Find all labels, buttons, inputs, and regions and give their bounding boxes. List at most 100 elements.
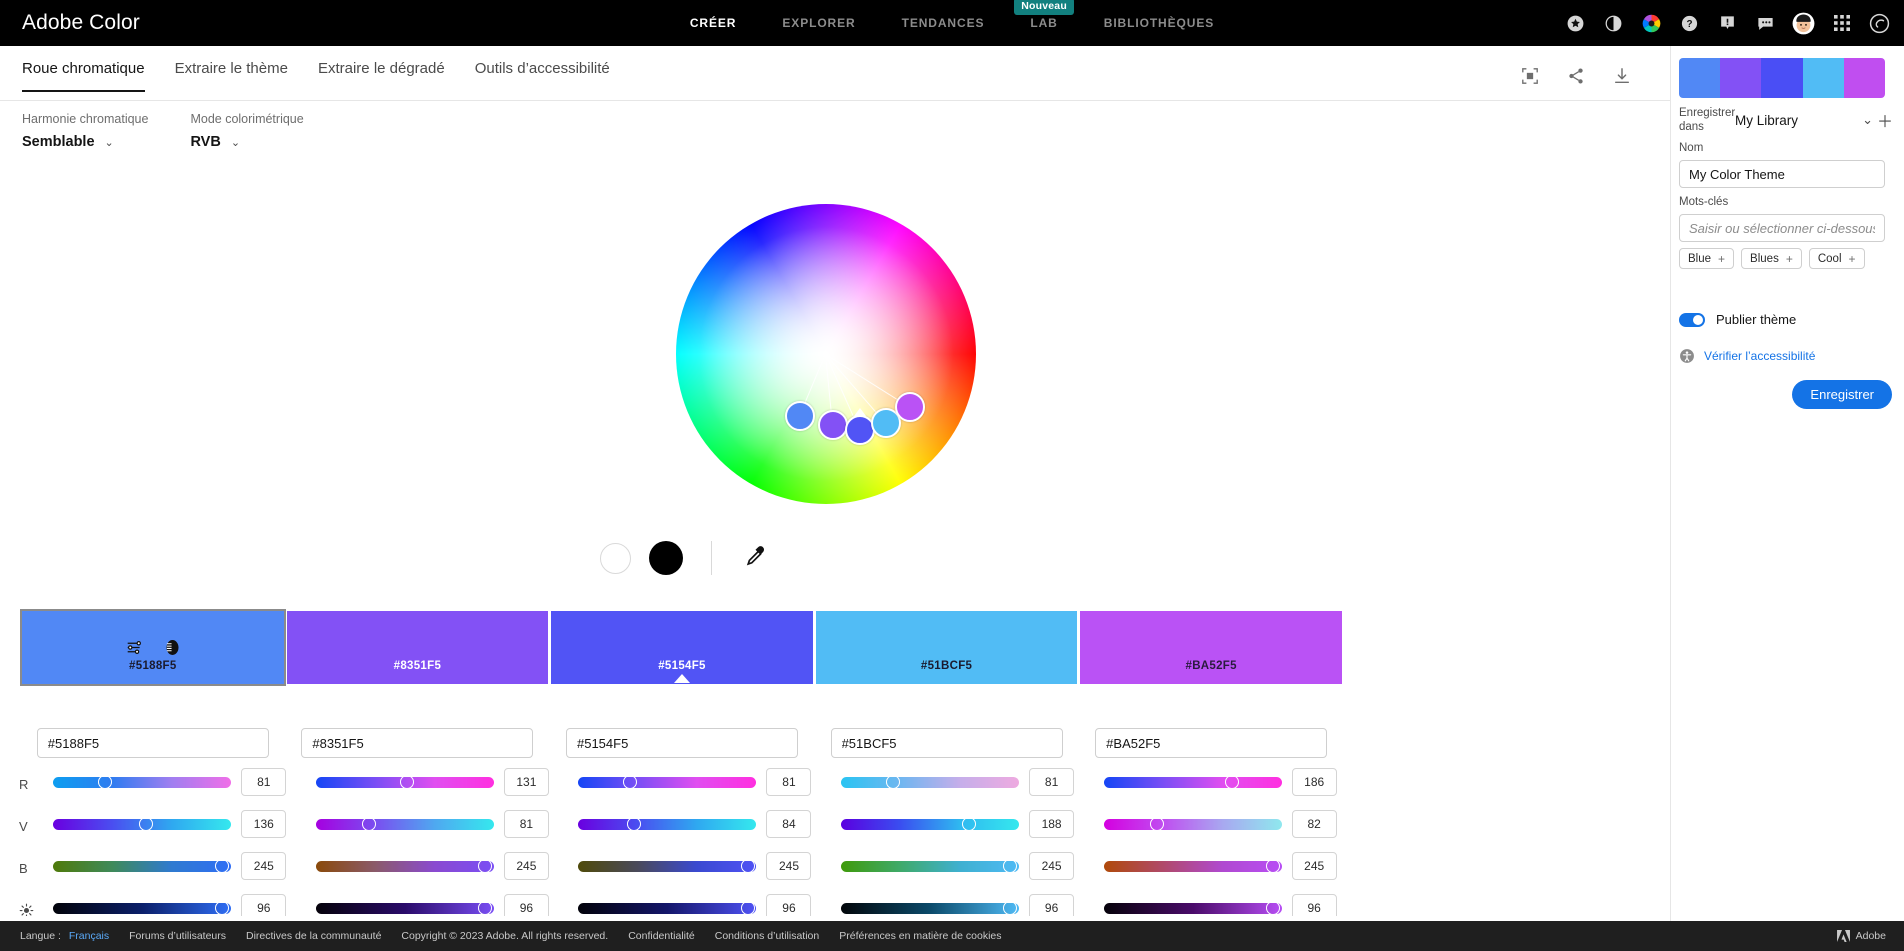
footer-link-3[interactable]: Confidentialité — [628, 930, 695, 942]
sliders-icon[interactable] — [126, 639, 143, 661]
color-swatch-1[interactable]: #8351F5 — [286, 611, 549, 684]
download-icon[interactable] — [1612, 66, 1632, 86]
slider-knob-R-1[interactable] — [399, 775, 414, 789]
tab-3[interactable]: Outils d’accessibilité — [475, 60, 610, 92]
plus-icon[interactable]: + — [1718, 252, 1725, 266]
chevron-down-icon[interactable]: ⌄ — [105, 136, 114, 149]
tab-2[interactable]: Extraire le dégradé — [318, 60, 445, 92]
slider-value-V-4[interactable]: 82 — [1291, 810, 1337, 838]
slider-knob-V-0[interactable] — [138, 817, 153, 831]
contrast-icon[interactable] — [165, 639, 180, 661]
slider-knob-B-2[interactable] — [740, 859, 755, 873]
help-icon[interactable]: ? — [1677, 11, 1702, 36]
footer-link-0[interactable]: Forums d’utilisateurs — [129, 930, 226, 942]
nav-item-crer[interactable]: CRÉER — [690, 16, 737, 30]
slider-track-V-3[interactable] — [841, 817, 1020, 831]
slider-value-V-2[interactable]: 84 — [766, 810, 812, 838]
control-select-1[interactable]: RVB ⌄ — [190, 134, 303, 150]
slider-track-brightness-icon-0[interactable] — [53, 901, 232, 915]
keyword-tag-0[interactable]: Blue + — [1679, 248, 1735, 269]
hex-input-1[interactable] — [301, 728, 534, 758]
color-swatch-3[interactable]: #51BCF5 — [815, 611, 1078, 684]
slider-track-R-0[interactable] — [53, 775, 232, 789]
keywords-input[interactable] — [1679, 214, 1885, 242]
hex-input-3[interactable] — [830, 728, 1063, 758]
footer-link-1[interactable]: Directives de la communauté — [246, 930, 381, 942]
app-grid-icon[interactable] — [1829, 11, 1854, 36]
slider-track-brightness-icon-4[interactable] — [1103, 901, 1282, 915]
hex-input-0[interactable] — [36, 728, 269, 758]
slider-knob-B-4[interactable] — [1265, 859, 1280, 873]
tab-0[interactable]: Roue chromatique — [22, 60, 145, 92]
slider-track-V-2[interactable] — [578, 817, 757, 831]
slider-value-R-2[interactable]: 81 — [766, 768, 812, 796]
plus-icon[interactable]: + — [1786, 252, 1793, 266]
slider-track-B-3[interactable] — [841, 859, 1020, 873]
chevron-down-icon[interactable]: ⌄ — [1862, 112, 1873, 128]
slider-value-brightness-icon-1[interactable]: 96 — [503, 894, 549, 916]
fullscreen-icon[interactable] — [1520, 66, 1540, 86]
keyword-tag-1[interactable]: Blues + — [1741, 248, 1802, 269]
avatar[interactable] — [1791, 11, 1816, 36]
tab-1[interactable]: Extraire le thème — [175, 60, 288, 92]
wheel-handle-1[interactable] — [818, 410, 848, 440]
star-badge-icon[interactable] — [1563, 11, 1588, 36]
wheel-handle-0[interactable] — [785, 401, 815, 431]
slider-value-R-4[interactable]: 186 — [1291, 768, 1337, 796]
slider-value-V-1[interactable]: 81 — [503, 810, 549, 838]
slider-value-B-2[interactable]: 245 — [766, 852, 812, 880]
slider-track-B-0[interactable] — [53, 859, 232, 873]
slider-track-B-4[interactable] — [1103, 859, 1282, 873]
hex-input-4[interactable] — [1095, 728, 1328, 758]
nav-item-tendances[interactable]: TENDANCES — [902, 16, 985, 30]
slider-track-R-2[interactable] — [578, 775, 757, 789]
chevron-down-icon[interactable]: ⌄ — [231, 136, 240, 149]
slider-value-brightness-icon-0[interactable]: 96 — [241, 894, 287, 916]
publish-theme-toggle[interactable] — [1679, 312, 1705, 327]
slider-track-brightness-icon-2[interactable] — [578, 901, 757, 915]
feedback-icon[interactable] — [1753, 11, 1778, 36]
check-accessibility-link[interactable]: Vérifier l’accessibilité — [1679, 348, 1815, 364]
save-button[interactable]: Enregistrer — [1792, 380, 1892, 409]
slider-value-B-4[interactable]: 245 — [1291, 852, 1337, 880]
publish-theme-row[interactable]: Publier thème — [1679, 312, 1796, 327]
slider-knob-brightness-icon-2[interactable] — [740, 901, 755, 915]
slider-knob-V-2[interactable] — [626, 817, 641, 831]
hex-input-2[interactable] — [565, 728, 798, 758]
slider-track-V-4[interactable] — [1103, 817, 1282, 831]
slider-knob-R-0[interactable] — [97, 775, 112, 789]
contrast-icon[interactable] — [1601, 11, 1626, 36]
slider-value-V-3[interactable]: 188 — [1029, 810, 1075, 838]
slider-track-B-1[interactable] — [315, 859, 494, 873]
slider-track-R-1[interactable] — [315, 775, 494, 789]
slider-knob-V-4[interactable] — [1150, 817, 1165, 831]
nav-item-explorer[interactable]: EXPLORER — [782, 16, 855, 30]
library-selector[interactable]: Enregistrer dans My Library ⌄ ＋ — [1679, 106, 1893, 134]
slider-knob-brightness-icon-4[interactable] — [1265, 901, 1280, 915]
color-wheel[interactable] — [676, 204, 976, 504]
footer-language-value[interactable]: Français — [69, 930, 109, 942]
eyedropper-icon[interactable] — [744, 544, 768, 573]
slider-value-R-3[interactable]: 81 — [1029, 768, 1075, 796]
creative-cloud-icon[interactable] — [1867, 11, 1892, 36]
keyword-tag-2[interactable]: Cool + — [1808, 248, 1865, 269]
slider-knob-B-1[interactable] — [477, 859, 492, 873]
share-icon[interactable] — [1566, 66, 1586, 86]
slider-value-B-1[interactable]: 245 — [503, 852, 549, 880]
slider-value-R-0[interactable]: 81 — [241, 768, 287, 796]
slider-knob-brightness-icon-3[interactable] — [1003, 901, 1018, 915]
notifications-icon[interactable] — [1715, 11, 1740, 36]
slider-knob-V-1[interactable] — [362, 817, 377, 831]
slider-track-R-4[interactable] — [1103, 775, 1282, 789]
nav-item-lab[interactable]: LAB Nouveau — [1014, 0, 1074, 30]
slider-value-V-0[interactable]: 136 — [241, 810, 287, 838]
color-wheel-icon[interactable] — [1639, 11, 1664, 36]
nav-item-bibliothques[interactable]: BIBLIOTHÈQUES — [1104, 16, 1214, 30]
slider-knob-brightness-icon-1[interactable] — [477, 901, 492, 915]
slider-track-B-2[interactable] — [578, 859, 757, 873]
slider-knob-brightness-icon-0[interactable] — [215, 901, 230, 915]
slider-knob-B-3[interactable] — [1003, 859, 1018, 873]
color-swatch-0[interactable]: #5188F5 — [20, 609, 286, 686]
slider-track-V-0[interactable] — [53, 817, 232, 831]
slider-knob-R-2[interactable] — [623, 775, 638, 789]
